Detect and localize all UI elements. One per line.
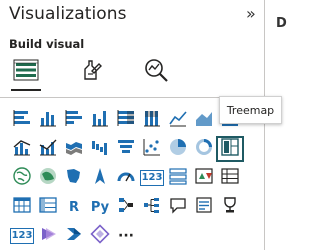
table-button[interactable] [10,195,34,219]
paginated-report-button[interactable]: 123 [9,224,35,248]
ribbon-chart-icon [64,137,84,161]
tab-analytics[interactable] [139,55,173,89]
waterfall-chart-icon [90,137,110,161]
get-more-visuals-button[interactable] [88,224,112,248]
slicer-button[interactable] [218,166,242,190]
line-stacked-column-chart-button[interactable] [10,137,34,161]
azure-map-icon [90,166,110,190]
gauge-button[interactable] [114,166,138,190]
stacked-column-chart-button[interactable] [36,108,60,132]
qa-button[interactable] [166,195,190,219]
tooltip-text: Treemap [226,103,275,117]
area-chart-icon [194,108,214,132]
funnel-chart-button[interactable] [114,137,138,161]
format-visual-icon [79,57,105,87]
multi-row-card-button[interactable] [166,166,190,190]
power-apps-icon [38,224,58,248]
tab-build-visual[interactable] [9,55,43,91]
line-clustered-column-chart-button[interactable] [36,137,60,161]
donut-chart-button[interactable] [192,137,216,161]
area-chart-button[interactable] [192,108,216,132]
matrix-button[interactable] [36,195,60,219]
key-influencers-button[interactable] [114,195,138,219]
clustered-bar-chart-button[interactable] [62,108,86,132]
adjacent-pane-title: D [276,16,287,31]
100-stacked-column-chart-button[interactable] [140,108,164,132]
matrix-icon [38,195,58,219]
azure-map-button[interactable] [88,166,112,190]
decomposition-tree-button[interactable] [140,195,164,219]
metrics-icon [220,195,240,219]
analytics-icon [142,56,170,88]
filled-map-button[interactable] [36,166,60,190]
ribbon-chart-button[interactable] [62,137,86,161]
table-icon [12,195,32,219]
line-chart-button[interactable] [166,108,190,132]
kpi-icon [194,166,214,190]
key-influencers-icon [116,195,136,219]
clustered-column-chart-button[interactable] [88,108,112,132]
shape-map-button[interactable] [62,166,86,190]
stacked-bar-chart-icon [12,108,32,132]
qa-icon [168,195,188,219]
stacked-bar-chart-button[interactable] [10,108,34,132]
smart-narrative-icon [194,195,214,219]
scatter-chart-button[interactable] [140,137,164,161]
get-more-visuals-icon [90,224,110,248]
map-icon [12,166,32,190]
waterfall-chart-button[interactable] [88,137,112,161]
slicer-icon [220,166,240,190]
python-visual-icon: Py [90,199,110,215]
treemap-icon [220,137,240,161]
tooltip: Treemap [219,96,282,124]
card-button[interactable]: 123 [139,166,165,190]
adjacent-pane [265,0,284,250]
multi-row-card-icon [168,166,188,190]
pie-chart-icon [168,137,188,161]
100-stacked-bar-chart-icon [116,108,136,132]
shape-map-icon [64,166,84,190]
line-chart-icon [168,108,188,132]
scatter-chart-icon [142,137,162,161]
kpi-button[interactable] [192,166,216,190]
line-stacked-column-chart-icon [12,137,32,161]
build-visual-icon [11,56,41,88]
clustered-bar-chart-icon [64,108,84,132]
paginated-report-icon: 123 [9,228,35,244]
collapse-pane-icon[interactable]: » [246,6,256,22]
selected-tab-indicator [11,89,41,91]
100-stacked-bar-chart-button[interactable] [114,108,138,132]
filled-map-icon [38,166,58,190]
pie-chart-button[interactable] [166,137,190,161]
pane-title: Visualizations [9,4,127,24]
more-options-button[interactable]: ··· [114,224,138,248]
decomposition-tree-icon [142,195,162,219]
power-automate-button[interactable] [62,224,86,248]
smart-narrative-button[interactable] [192,195,216,219]
r-script-visual-icon: R [68,199,79,215]
power-automate-icon [64,224,84,248]
donut-chart-icon [194,137,214,161]
tab-format-visual[interactable] [75,55,109,89]
map-button[interactable] [10,166,34,190]
power-apps-button[interactable] [36,224,60,248]
metrics-button[interactable] [218,195,242,219]
stacked-column-chart-icon [38,108,58,132]
clustered-column-chart-icon [90,108,110,132]
more-options-icon: ··· [118,228,134,244]
gauge-icon [116,166,136,190]
card-icon: 123 [139,170,165,186]
line-clustered-column-chart-icon [38,137,58,161]
100-stacked-column-chart-icon [142,108,162,132]
funnel-chart-icon [116,137,136,161]
treemap-button[interactable] [216,136,244,162]
r-script-visual-button[interactable]: R [62,195,86,219]
python-visual-button[interactable]: Py [88,195,112,219]
build-visual-label: Build visual [9,37,85,51]
